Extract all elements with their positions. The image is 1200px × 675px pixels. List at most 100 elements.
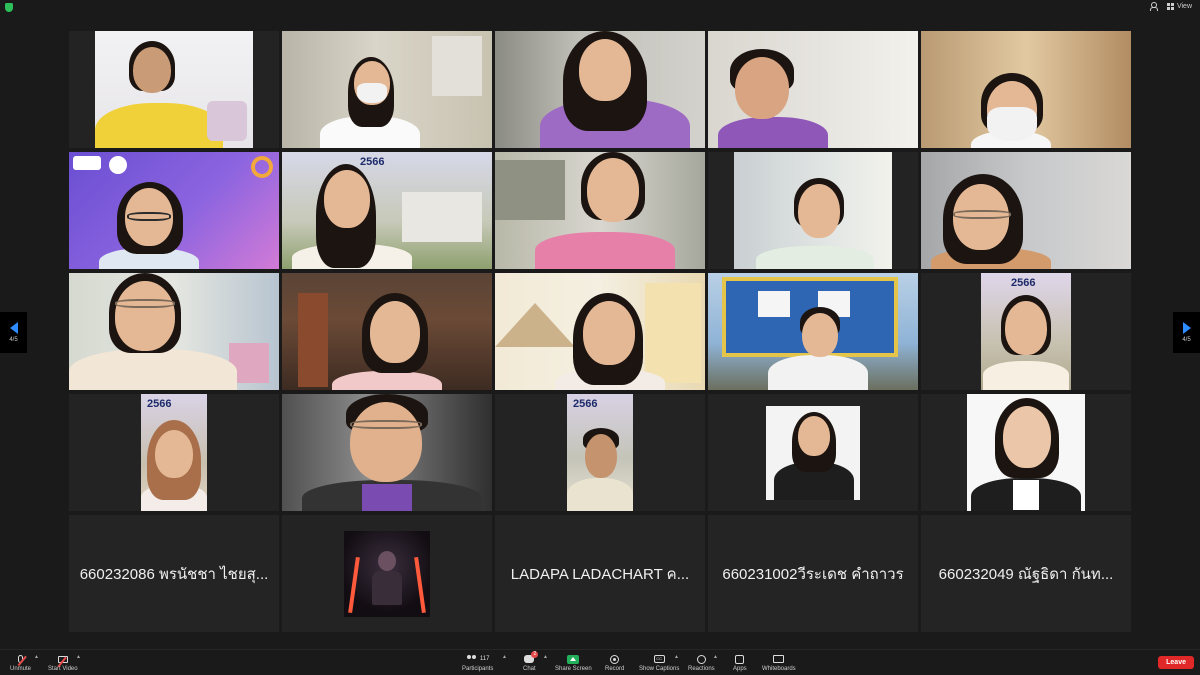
participant-video-tile[interactable] [69,31,279,148]
captions-icon: CC [653,655,665,663]
view-button[interactable]: View [1166,3,1192,10]
top-bar: View [0,0,1200,16]
participant-video-tile[interactable] [495,273,705,390]
share-screen-icon [567,654,580,664]
participants-caret-icon[interactable]: ▲ [502,654,507,660]
participant-video [967,394,1085,511]
participant-video [921,152,1131,269]
participant-name: 660231002วีระเดช คำถาวร [722,565,904,583]
participant-video-tile[interactable]: 2566 [282,152,492,269]
chat-unread-badge: 2 [531,651,539,658]
green-shield-icon[interactable] [5,3,13,12]
participant-video-tile[interactable] [495,152,705,269]
participants-button[interactable]: 117 Participants [462,653,493,672]
arrow-right-icon [1182,322,1191,334]
participant-name-tile[interactable]: 660232086 พรนัชชา ไชยสุ... [69,515,279,632]
participant-video-tile[interactable] [69,152,279,269]
participant-video [282,273,492,390]
arrow-left-icon [9,322,18,334]
participant-video [95,31,253,148]
poster-year: 2566 [573,398,598,410]
whiteboards-label: Whiteboards [762,666,796,672]
participant-name: LADAPA LADACHART ค... [510,565,690,583]
participants-icon [466,655,478,663]
participant-video-tile[interactable] [921,394,1131,511]
apps-icon [735,654,745,664]
participant-video-tile[interactable]: 2566 [921,273,1131,390]
chat-caret-icon[interactable]: ▲ [543,654,548,660]
poster-year: 2566 [1011,277,1036,289]
participant-name: 660232049 ณัฐธิดา กันท... [938,565,1114,583]
participant-video-tile[interactable] [921,31,1131,148]
unmute-button[interactable]: Unmute [10,653,31,672]
participant-video-tile[interactable] [921,152,1131,269]
participant-video-tile[interactable] [282,31,492,148]
share-screen-button[interactable]: Share Screen [555,653,592,672]
reactions-icon [696,654,706,664]
participant-video-tile[interactable]: 2566 [495,394,705,511]
participant-video [282,394,492,511]
participant-video-tile[interactable]: 2566 [69,394,279,511]
share-screen-label: Share Screen [555,666,592,672]
start-video-button[interactable]: Start Video [48,653,78,672]
participant-video [708,31,918,148]
whiteboards-button[interactable]: Whiteboards [762,653,796,672]
audio-options-caret-icon[interactable]: ▲ [34,654,39,660]
participant-video-tile[interactable] [282,273,492,390]
chat-icon: 2 [524,651,539,663]
page-indicator-left: 4/5 [9,337,18,343]
participant-name-tile[interactable]: 660231002วีระเดช คำถาวร [708,515,918,632]
participant-video-tile[interactable] [708,273,918,390]
person-icon[interactable] [1149,2,1158,11]
participant-name-tile[interactable]: LADAPA LADACHART ค... [495,515,705,632]
record-label: Record [605,666,625,672]
participant-avatar-tile[interactable] [282,515,492,632]
page-indicator-right: 4/5 [1182,337,1191,343]
participant-video [495,31,705,148]
microphone-muted-icon [17,655,27,666]
whiteboard-icon [773,655,785,663]
reactions-caret-icon[interactable]: ▲ [713,654,718,660]
chat-button[interactable]: 2 Chat [523,651,539,672]
participant-video [708,273,918,390]
camera-off-icon [57,655,68,667]
participant-video: 2566 [981,273,1071,390]
participant-video-tile[interactable] [708,394,918,511]
participant-video: 2566 [141,394,207,511]
captions-caret-icon[interactable]: ▲ [674,654,679,660]
leave-button[interactable]: Leave [1158,656,1194,669]
participant-video [921,31,1131,148]
participant-video [766,406,860,500]
participant-video: 2566 [282,152,492,269]
poster-year: 2566 [360,156,385,168]
chat-label: Chat [523,666,536,672]
participants-label: Participants [462,666,494,672]
participant-name-tile[interactable]: 660232049 ณัฐธิดา กันท... [921,515,1131,632]
reactions-button[interactable]: Reactions [688,653,715,672]
video-options-caret-icon[interactable]: ▲ [76,654,81,660]
start-video-label: Start Video [48,666,78,672]
view-label: View [1176,3,1192,10]
participant-video [495,152,705,269]
previous-page-button[interactable]: 4/5 [0,312,27,353]
zoom-meeting-window: View 4/5 4/5 2566 2566 2566 2566 6602320… [0,0,1200,675]
record-button[interactable]: Record [605,653,624,672]
participant-video [69,273,279,390]
participant-video-tile[interactable] [282,394,492,511]
participant-video-tile[interactable] [708,31,918,148]
grid-view-icon [1166,3,1174,10]
participant-video-tile[interactable] [69,273,279,390]
meeting-toolbar: Unmute ▲ Start Video ▲ 117 Participants … [0,649,1200,675]
participant-video [282,31,492,148]
participant-video-tile[interactable] [708,152,918,269]
apps-button[interactable]: Apps [733,653,747,672]
show-captions-label: Show Captions [639,666,680,672]
gallery-view: 2566 2566 2566 2566 660232086 พรนัชชา ไช… [69,31,1132,635]
poster-year: 2566 [147,398,172,410]
next-page-button[interactable]: 4/5 [1173,312,1200,353]
participant-count: 117 [479,656,490,662]
participant-video [734,152,892,269]
participant-name: 660232086 พรนัชชา ไชยสุ... [79,565,269,583]
unmute-label: Unmute [10,666,32,672]
participant-video-tile[interactable] [495,31,705,148]
